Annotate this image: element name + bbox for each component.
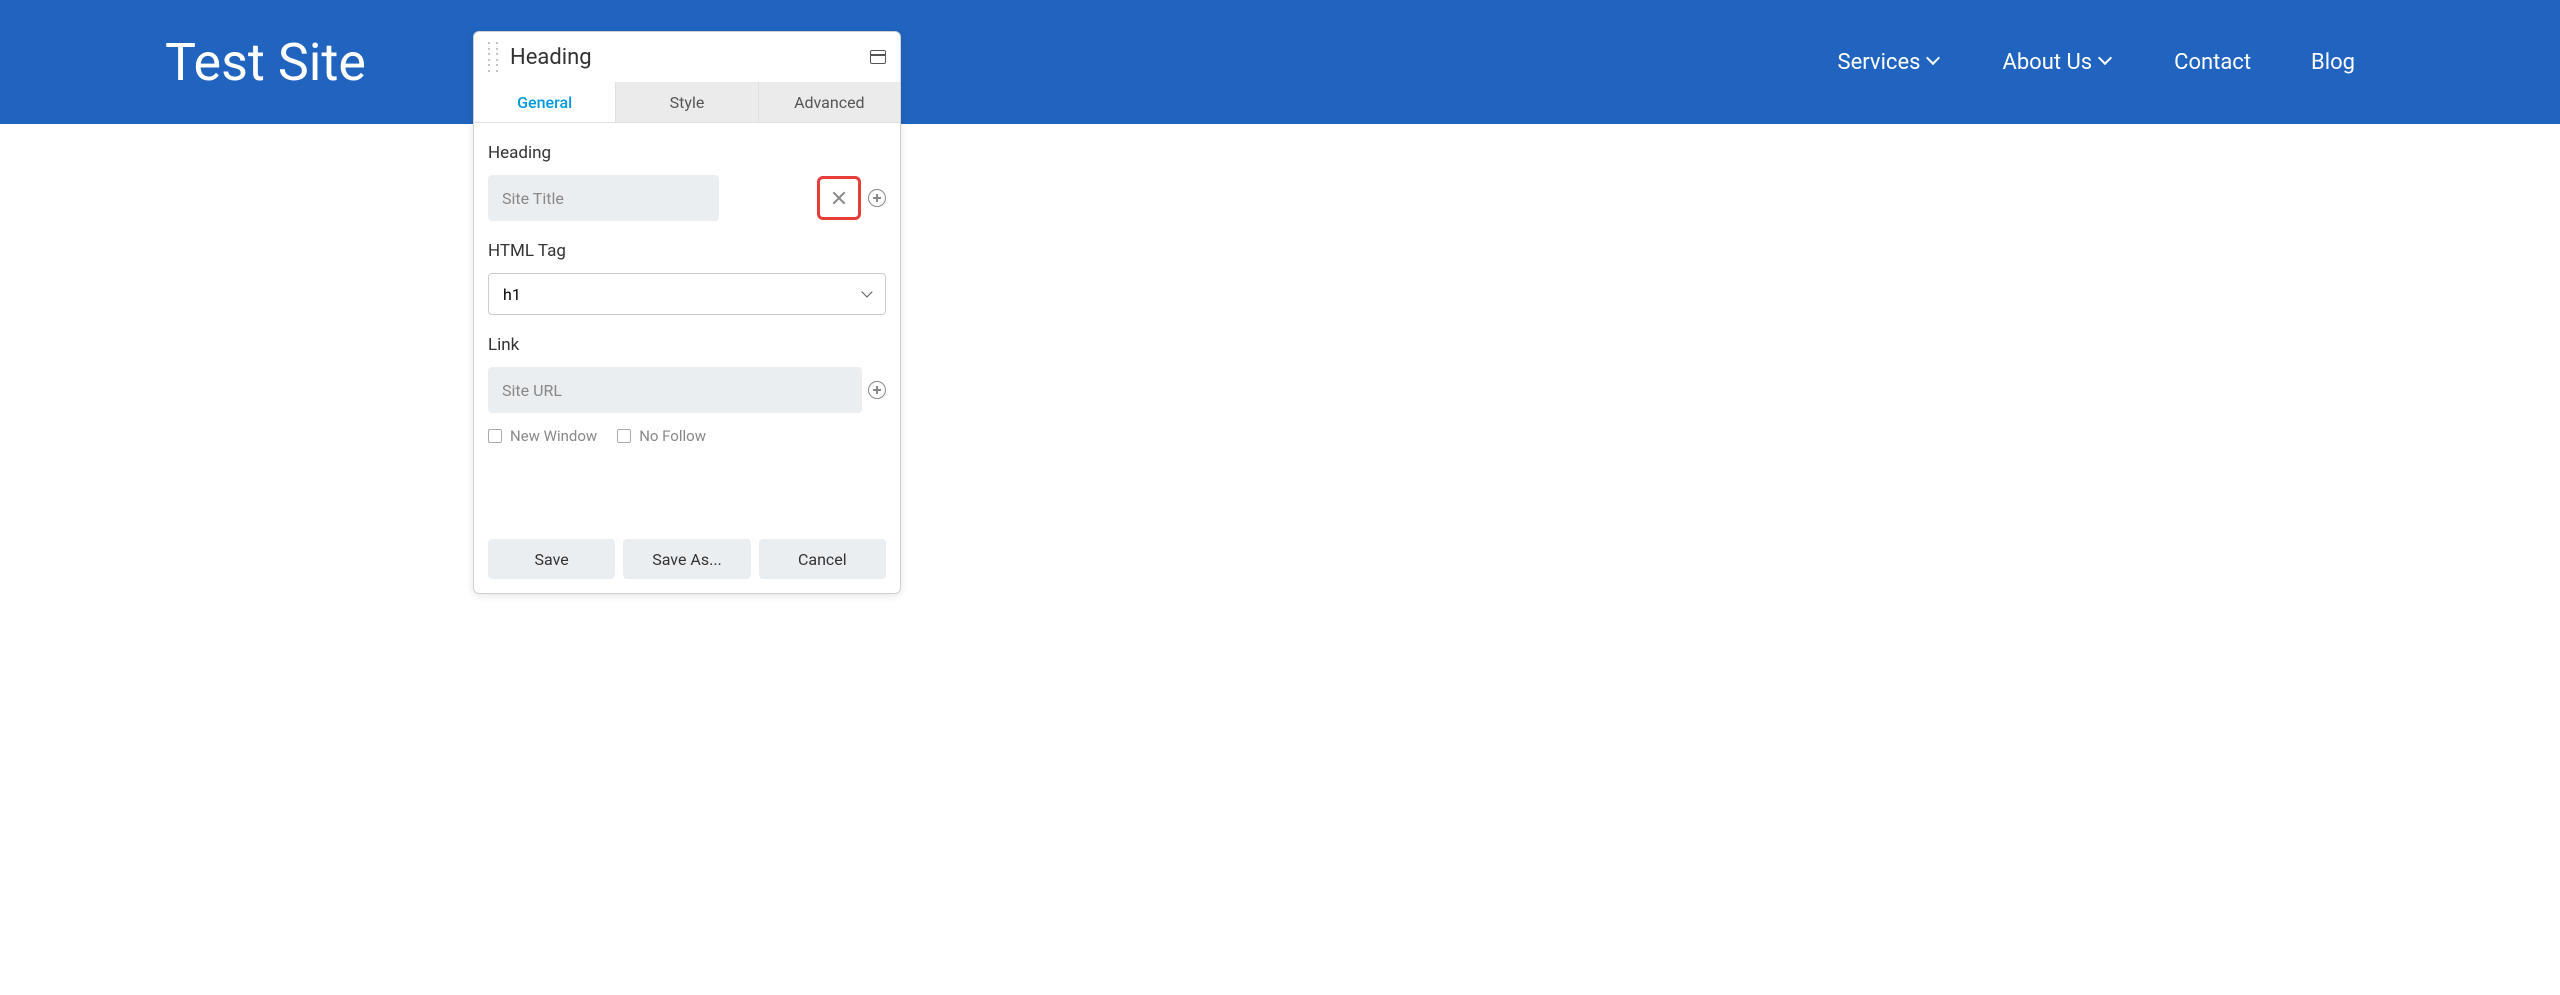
new-window-checkbox[interactable] [488,429,502,443]
heading-field-label: Heading [488,143,886,163]
tab-advanced[interactable]: Advanced [759,82,900,122]
no-follow-label: No Follow [639,427,706,445]
heading-input-wrap [488,175,862,221]
nav-menu: Services About Us Contact Blog [1838,50,2355,75]
drag-handle-icon[interactable] [488,40,498,74]
nav-label: Blog [2311,50,2355,75]
nav-label: About Us [2002,50,2092,75]
nav-item-about-us[interactable]: About Us [2002,50,2114,75]
chevron-down-icon [863,292,871,296]
site-title: Test Site [165,32,1838,93]
panel-header: Heading [474,32,900,82]
heading-settings-panel: Heading General Style Advanced Heading H… [473,31,901,594]
html-tag-field-label: HTML Tag [488,241,886,261]
link-field-label: Link [488,335,886,355]
nav-item-contact[interactable]: Contact [2174,50,2251,75]
add-dynamic-link-icon[interactable] [868,381,886,399]
page-header: Test Site Services About Us Contact Blog [0,0,2560,124]
add-dynamic-heading-icon[interactable] [868,189,886,207]
panel-title: Heading [510,45,858,70]
link-options-row: New Window No Follow [488,427,886,445]
chevron-down-icon [1928,55,1942,69]
link-input-row [488,367,886,413]
nav-label: Contact [2174,50,2251,75]
heading-input-row [488,175,886,221]
tab-general[interactable]: General [474,82,616,122]
save-as-button[interactable]: Save As... [623,539,750,579]
new-window-label: New Window [510,427,597,445]
no-follow-checkbox[interactable] [617,429,631,443]
html-tag-value: h1 [503,285,521,304]
nav-item-blog[interactable]: Blog [2311,50,2355,75]
tab-style[interactable]: Style [616,82,758,122]
cancel-button[interactable]: Cancel [759,539,886,579]
preset-icon[interactable] [870,50,886,64]
panel-body: Heading HTML Tag h1 Link New Window [474,123,900,529]
save-button[interactable]: Save [488,539,615,579]
close-icon [832,191,846,205]
link-input[interactable] [488,367,862,413]
new-window-option[interactable]: New Window [488,427,597,445]
no-follow-option[interactable]: No Follow [617,427,706,445]
panel-footer: Save Save As... Cancel [474,529,900,593]
heading-input[interactable] [488,175,719,221]
nav-label: Services [1838,50,1921,75]
panel-tabs: General Style Advanced [474,82,900,123]
chevron-down-icon [2100,55,2114,69]
nav-item-services[interactable]: Services [1838,50,1943,75]
clear-heading-button[interactable] [820,179,858,217]
html-tag-select[interactable]: h1 [488,273,886,315]
